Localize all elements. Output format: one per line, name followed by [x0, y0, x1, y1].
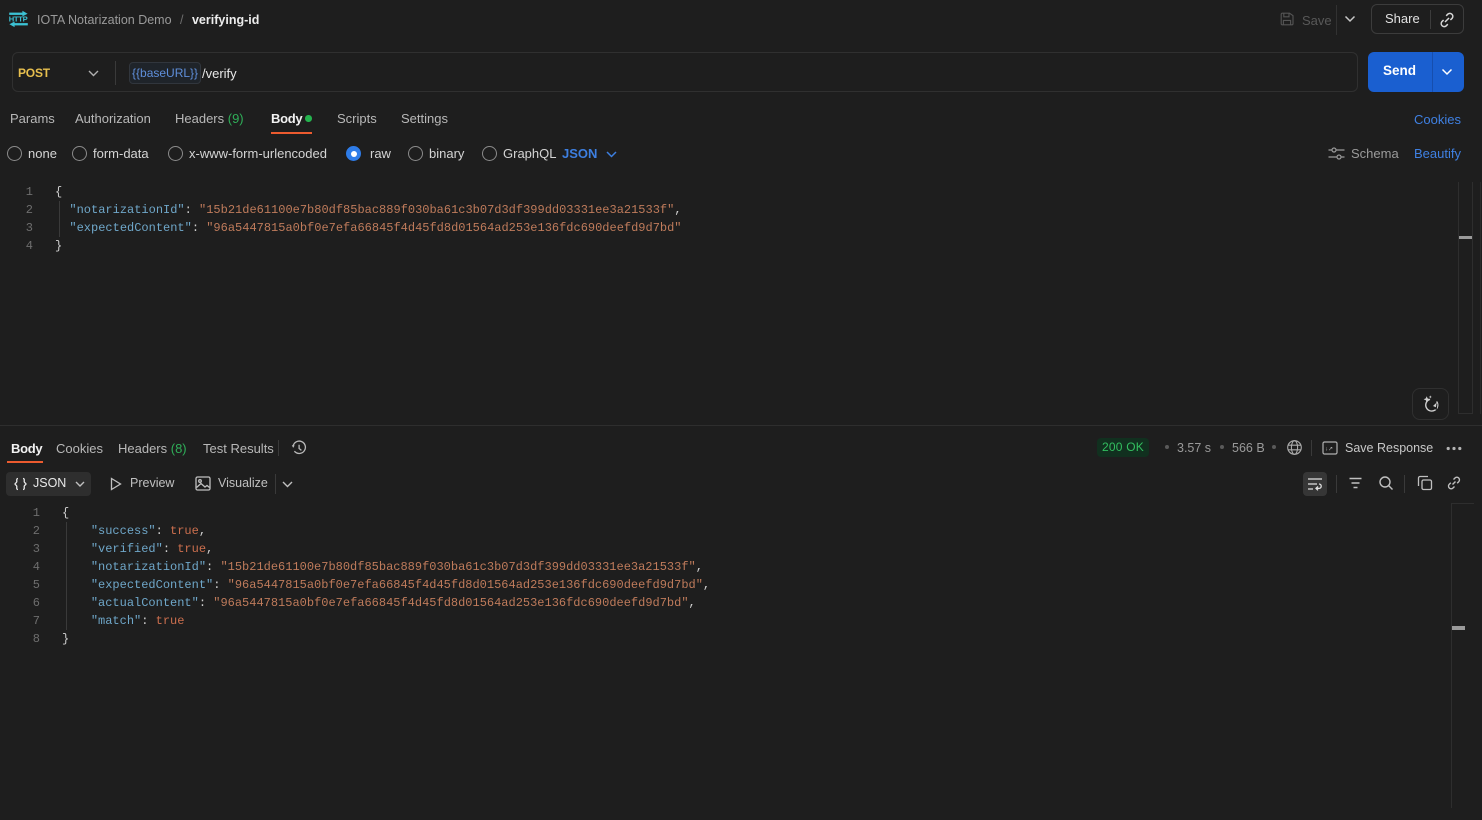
svg-text:HTTP: HTTP — [9, 15, 28, 24]
svg-text:↓↗: ↓↗ — [1325, 447, 1333, 453]
